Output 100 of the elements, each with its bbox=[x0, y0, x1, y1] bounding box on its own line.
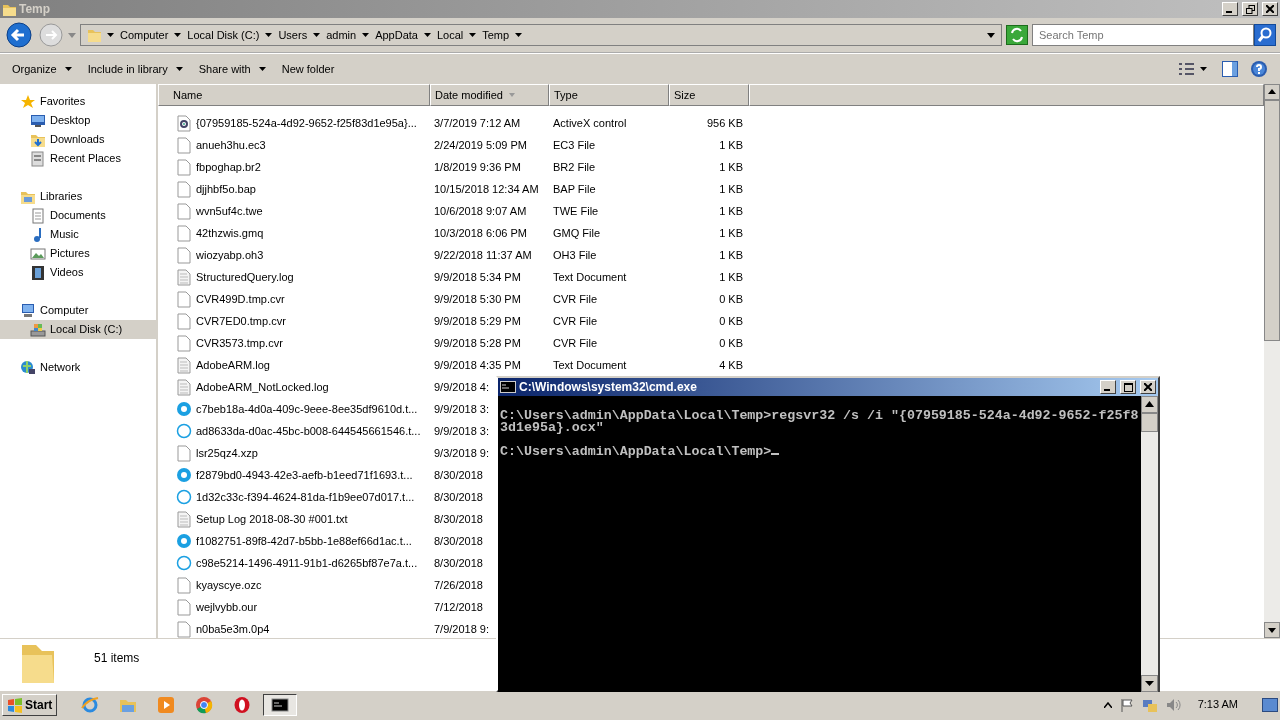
minimize-button[interactable] bbox=[1100, 380, 1116, 394]
taskbar-button[interactable] bbox=[263, 693, 298, 716]
forward-button[interactable] bbox=[38, 22, 64, 48]
file-icon bbox=[176, 444, 192, 462]
nav-item[interactable]: Music bbox=[0, 225, 156, 244]
clock[interactable]: 7:13 AM bbox=[1197, 696, 1238, 713]
type-cell: Text Document bbox=[553, 358, 627, 371]
breadcrumb-item[interactable]: Local Disk (C:) bbox=[187, 26, 260, 44]
type-cell: OH3 File bbox=[553, 248, 597, 261]
caret-icon bbox=[265, 33, 273, 37]
nav-item[interactable]: Local Disk (C:) bbox=[0, 320, 156, 339]
file-name[interactable]: AdobeARM.log bbox=[196, 356, 270, 374]
menu-button[interactable]: Share with bbox=[190, 57, 274, 81]
search-field[interactable]: Search Temp bbox=[1032, 24, 1254, 46]
chevron-up-icon[interactable] bbox=[1103, 701, 1112, 708]
caret-icon bbox=[423, 33, 431, 37]
breadcrumb-item[interactable]: AppData bbox=[375, 26, 418, 44]
date-cell: 8/30/2018 bbox=[434, 468, 483, 481]
nav-item[interactable]: Documents bbox=[0, 206, 156, 225]
breadcrumb-item[interactable]: Local bbox=[436, 26, 464, 44]
search-icon[interactable] bbox=[1254, 24, 1276, 46]
maximize-icon bbox=[1123, 382, 1133, 392]
file-name[interactable]: wvn5uf4c.twe bbox=[196, 202, 263, 220]
breadcrumb-item[interactable]: Temp bbox=[482, 26, 510, 44]
close-button[interactable] bbox=[1262, 2, 1278, 16]
help-icon[interactable] bbox=[1250, 60, 1268, 78]
preview-pane-icon[interactable] bbox=[1222, 61, 1238, 77]
file-name[interactable]: CVR7ED0.tmp.cvr bbox=[196, 312, 286, 330]
restore-button[interactable] bbox=[1242, 2, 1258, 16]
nav-item[interactable]: Desktop bbox=[0, 111, 156, 130]
nav-item[interactable]: Pictures bbox=[0, 244, 156, 263]
minimize-button[interactable] bbox=[1222, 2, 1238, 16]
file-name[interactable]: c98e5214-1496-4911-91b1-d6265bf87e7a.t... bbox=[196, 554, 418, 572]
file-name[interactable]: Setup Log 2018-08-30 #001.txt bbox=[196, 510, 348, 528]
console-line: 3d1e95a}.ocx" bbox=[500, 420, 604, 435]
breadcrumb-item[interactable]: Users bbox=[278, 26, 308, 44]
menu-button[interactable]: Organize bbox=[4, 57, 80, 81]
back-button[interactable] bbox=[4, 21, 34, 49]
file-name[interactable]: AdobeARM_NotLocked.log bbox=[196, 378, 329, 396]
date-cell: 10/15/2018 12:34 AM bbox=[434, 182, 539, 195]
view-options-icon[interactable] bbox=[1178, 61, 1208, 77]
console-line: C:\Users\admin\AppData\Local\Temp> bbox=[500, 444, 772, 459]
file-name[interactable]: ad8633da-d0ac-45bc-b008-644545661546.t... bbox=[196, 422, 421, 440]
maximize-button[interactable] bbox=[1120, 380, 1136, 394]
nav-item[interactable]: Favorites bbox=[0, 92, 156, 111]
file-name[interactable]: wiozyabp.oh3 bbox=[196, 246, 264, 264]
file-name[interactable]: 1d32c33c-f394-4624-81da-f1b9ee07d017.t... bbox=[196, 488, 415, 506]
nav-item[interactable]: Recent Places bbox=[0, 149, 156, 168]
menu-button[interactable]: Include in library bbox=[79, 57, 191, 81]
file-name[interactable]: lsr25qz4.xzp bbox=[196, 444, 258, 462]
column-header[interactable]: Date modified bbox=[430, 84, 549, 106]
show-desktop-icon[interactable] bbox=[1262, 697, 1278, 712]
flag-icon[interactable] bbox=[1119, 697, 1134, 712]
date-cell: 7/26/2018 bbox=[434, 578, 483, 591]
media-player-icon bbox=[157, 695, 176, 714]
date-cell: 8/30/2018 bbox=[434, 512, 483, 525]
address-bar[interactable]: Computer Local Disk (C:) Users admin AppData Local Temp bbox=[80, 24, 1002, 46]
file-name[interactable]: CVR499D.tmp.cvr bbox=[196, 290, 285, 308]
outline-icon bbox=[176, 422, 192, 440]
toolbar-button[interactable]: New folder bbox=[273, 57, 343, 81]
file-name[interactable]: {07959185-524a-4d92-9652-f25f83d1e95a}... bbox=[196, 114, 417, 132]
scrollbar[interactable] bbox=[1264, 84, 1280, 638]
nav-item[interactable]: Libraries bbox=[0, 187, 156, 206]
type-cell: BR2 File bbox=[553, 160, 596, 173]
star-icon bbox=[20, 93, 36, 110]
file-name[interactable]: kyayscye.ozc bbox=[196, 576, 262, 594]
refresh-button[interactable] bbox=[1006, 25, 1028, 45]
close-button[interactable] bbox=[1140, 380, 1156, 394]
file-name[interactable]: fbpoghap.br2 bbox=[196, 158, 261, 176]
scrollbar[interactable] bbox=[1141, 396, 1158, 692]
file-icon bbox=[176, 290, 192, 308]
nav-item[interactable]: Videos bbox=[0, 263, 156, 282]
file-name[interactable]: djjhbf5o.bap bbox=[196, 180, 256, 198]
date-cell: 10/3/2018 6:06 PM bbox=[434, 226, 527, 239]
date-cell: 9/9/2018 3: bbox=[434, 424, 490, 437]
file-name[interactable]: StructuredQuery.log bbox=[196, 268, 294, 286]
date-cell: 2/24/2019 5:09 PM bbox=[434, 138, 527, 151]
column-header[interactable]: Size bbox=[669, 84, 749, 106]
file-name[interactable]: CVR3573.tmp.cvr bbox=[196, 334, 283, 352]
file-name[interactable]: f1082751-89f8-42d7-b5bb-1e88ef66d1ac.t... bbox=[196, 532, 412, 550]
file-name[interactable]: wejlvybb.our bbox=[196, 598, 258, 616]
nav-item[interactable]: Computer bbox=[0, 301, 156, 320]
breadcrumb-item[interactable]: Computer bbox=[120, 26, 169, 44]
file-name[interactable]: f2879bd0-4943-42e3-aefb-b1eed71f1693.t... bbox=[196, 466, 413, 484]
column-header[interactable]: Name bbox=[158, 84, 430, 106]
breadcrumb-item[interactable]: admin bbox=[326, 26, 357, 44]
dropdown-icon[interactable] bbox=[987, 32, 995, 38]
caret-icon bbox=[469, 33, 477, 37]
file-name[interactable]: anueh3hu.ec3 bbox=[196, 136, 266, 154]
file-name[interactable]: 42thzwis.gmq bbox=[196, 224, 264, 242]
nav-item[interactable]: Network bbox=[0, 358, 156, 377]
nav-item[interactable]: Downloads bbox=[0, 130, 156, 149]
text-file-icon bbox=[176, 268, 192, 286]
file-name[interactable]: c7beb18a-4d0a-409c-9eee-8ee35df9610d.t... bbox=[196, 400, 418, 418]
console-icon bbox=[271, 695, 290, 714]
start-button[interactable]: Start bbox=[2, 693, 58, 716]
file-name[interactable]: n0ba5e3m.0p4 bbox=[196, 620, 270, 638]
date-cell: 9/9/2018 4: bbox=[434, 380, 490, 393]
column-header[interactable]: Type bbox=[549, 84, 669, 106]
caret-icon bbox=[313, 33, 321, 37]
